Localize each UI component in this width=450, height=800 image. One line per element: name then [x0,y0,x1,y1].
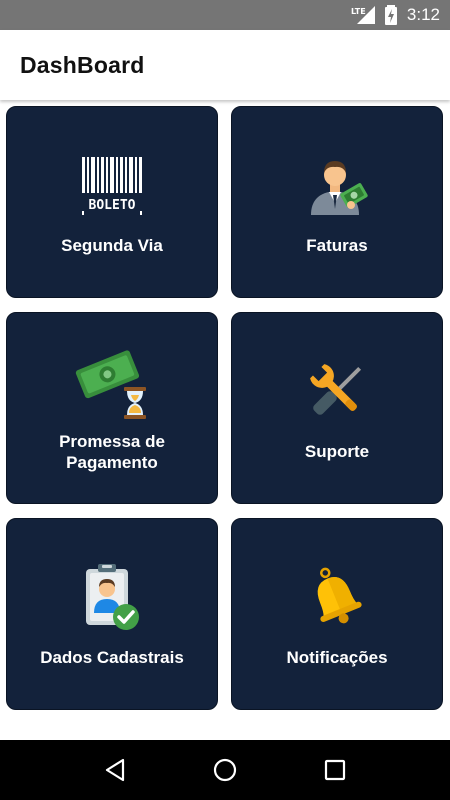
recents-button[interactable] [315,750,355,790]
signal-lte-icon: LTE [351,5,377,25]
bell-icon [232,567,442,627]
app-bar: DashBoard [0,30,450,100]
id-badge-check-icon [7,563,217,633]
network-label: LTE [351,7,366,16]
page-title: DashBoard [20,51,145,78]
status-time: 3:12 [406,5,440,24]
home-circle-icon [213,758,237,782]
battery-charging-icon [384,5,397,25]
card-label: Notificações [286,648,388,667]
card-label: Dados Cadastrais [40,648,184,667]
back-triangle-icon [105,758,125,782]
status-bar: LTE 3:12 [0,0,450,30]
businessman-money-icon [232,153,442,217]
card-label: Segunda Via [61,236,163,255]
money-hourglass-icon [7,343,217,419]
barcode-boleto-icon: BOLETO [7,157,217,215]
card-label: Faturas [306,236,368,255]
wrench-screwdriver-icon [232,361,442,421]
back-button[interactable] [95,750,135,790]
dashboard-grid: BOLETO Segunda Via Faturas Promessa de P… [0,100,450,740]
card-dados-cadastrais[interactable]: Dados Cadastrais [6,518,218,710]
card-notificacoes[interactable]: Notificações [231,518,443,710]
card-promessa-de-pagamento[interactable]: Promessa de Pagamento [6,312,218,504]
home-button[interactable] [205,750,245,790]
navigation-bar [0,740,450,800]
recents-square-icon [324,759,346,781]
card-label: Suporte [304,442,370,461]
card-label: Promessa de Pagamento [59,432,165,472]
boleto-icon-text: BOLETO [89,198,136,213]
card-faturas[interactable]: Faturas [231,106,443,298]
card-suporte[interactable]: Suporte [231,312,443,504]
card-segunda-via[interactable]: BOLETO Segunda Via [6,106,218,298]
